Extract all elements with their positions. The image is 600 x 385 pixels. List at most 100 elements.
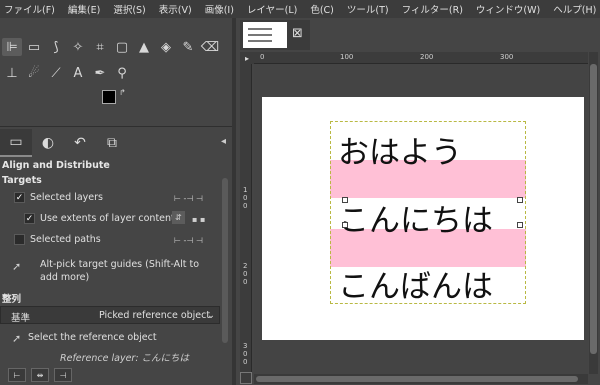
align-left-icon[interactable]: ⊢ -⊣ ⊣ [174, 194, 203, 203]
layer-handle[interactable] [517, 197, 523, 203]
path-align-icon[interactable]: ⊢ -⊣ ⊣ [174, 236, 203, 245]
ruler-top: 0 100 200 300 [254, 52, 588, 64]
quick-mask-icon[interactable]: ▸ [240, 52, 254, 64]
menu-colors[interactable]: 色(C) [310, 2, 334, 16]
images-tab[interactable]: ⧉ [96, 129, 128, 157]
menu-filters[interactable]: フィルター(R) [402, 2, 463, 16]
image-thumbnail[interactable] [243, 22, 287, 48]
dock-separator [0, 126, 232, 127]
unified-transform-icon[interactable]: ▢ [112, 38, 132, 56]
paths-icon[interactable]: ⟋ [46, 64, 66, 82]
crop-icon[interactable]: ⌗ [90, 38, 110, 56]
clone-icon[interactable]: ⊥ [2, 64, 22, 82]
ruler-label: 0 [260, 53, 265, 61]
selected-layers-label: Selected layers [30, 192, 103, 203]
use-extents-label: Use extents of layer contents [40, 213, 180, 224]
reference-dropdown[interactable]: 基準 Picked reference object ⌄ [0, 306, 220, 324]
menu-edit[interactable]: 編集(E) [68, 2, 100, 16]
dock-tabbar: ▭ ◐ ↶ ⧉ ◂ [0, 128, 232, 158]
panel-title: Align and Distribute [2, 160, 110, 171]
menu-tools[interactable]: ツール(T) [347, 2, 389, 16]
ruler-label: 2 [243, 262, 248, 270]
options-scrollbar[interactable] [222, 178, 228, 343]
foreground-color[interactable] [102, 90, 116, 104]
align-buttons-row: ⊢ ⇹ ⊣ [8, 368, 72, 382]
bucket-fill-icon[interactable]: ◈ [156, 38, 176, 56]
smudge-icon[interactable]: ☄ [24, 64, 44, 82]
select-reference-label: Select the reference object [28, 332, 157, 343]
pointer-icon-2: ➚ [12, 332, 22, 345]
ruler-label: 0 [243, 278, 248, 286]
navigate-icon[interactable] [240, 372, 252, 384]
align-heading: 整列 [2, 294, 22, 305]
text-layer-konnichiwa[interactable]: こんにちは [338, 195, 493, 240]
selected-layers-checkbox[interactable]: ✓ [14, 192, 25, 203]
ruler-label: 0 [243, 202, 248, 210]
menu-layer[interactable]: レイヤー(L) [247, 2, 297, 16]
ruler-label: 0 [243, 194, 248, 202]
free-select-icon[interactable]: ⟆ [46, 38, 66, 56]
image-canvas[interactable]: おはよう こんにちは こんばんは [262, 97, 584, 340]
align-left-button[interactable]: ⊢ [8, 368, 26, 382]
ruler-label: 200 [420, 53, 434, 61]
left-dock: ⊫ ▭ ⟆ ✧ ⌗ ▢ ▲ ◈ ✎ ⌫ ⊥ ☄ ⟋ A ✒ ⚲ ↱ ▭ ◐ ↶ … [0, 18, 232, 385]
reference-layer-label: Reference layer: こんにちは [60, 353, 190, 364]
horizontal-scrollbar[interactable] [254, 374, 588, 384]
canvas-area[interactable]: おはよう こんにちは こんばんは [254, 64, 588, 374]
distribute-icon-2[interactable]: ▪ ▪ [192, 215, 205, 224]
ruler-label: 0 [243, 350, 248, 358]
ruler-label: 1 [243, 186, 248, 194]
undo-history-tab[interactable]: ↶ [64, 129, 96, 157]
toolbox-row-2: ⊥ ☄ ⟋ A ✒ ⚲ [2, 64, 132, 82]
align-tool-icon[interactable]: ⊫ [2, 38, 22, 56]
menu-help[interactable]: ヘルプ(H) [553, 2, 596, 16]
zoom-icon[interactable]: ⚲ [112, 64, 132, 82]
text-icon[interactable]: A [68, 64, 88, 82]
menu-windows[interactable]: ウィンドウ(W) [476, 2, 540, 16]
horizontal-scroll-thumb[interactable] [256, 376, 578, 382]
distribute-icon[interactable]: ⇵ [172, 211, 185, 224]
fuzzy-select-icon[interactable]: ✧ [68, 38, 88, 56]
paintbrush-icon[interactable]: ✎ [178, 38, 198, 56]
reference-value: Picked reference object [99, 310, 211, 321]
swap-colors-icon[interactable]: ↱ [119, 88, 126, 97]
color-picker-icon[interactable]: ✒ [90, 64, 110, 82]
device-status-tab[interactable]: ◐ [32, 129, 64, 157]
ruler-left: 1 0 0 2 0 0 3 0 0 [240, 64, 252, 374]
menu-image[interactable]: 画像(I) [205, 2, 234, 16]
ruler-label: 3 [243, 342, 248, 350]
selected-paths-label: Selected paths [30, 234, 101, 245]
tab-menu-icon[interactable]: ◂ [221, 136, 226, 147]
text-layer-konbanwa[interactable]: こんばんは [338, 261, 493, 306]
tool-options-tab[interactable]: ▭ [0, 129, 32, 157]
panel-divider[interactable] [232, 18, 236, 385]
pointer-icon: ➚ [12, 260, 22, 273]
menu-view[interactable]: 表示(V) [159, 2, 192, 16]
chevron-down-icon: ⌄ [207, 310, 215, 321]
toolbox-row-1: ⊫ ▭ ⟆ ✧ ⌗ ▢ ▲ ◈ ✎ ⌫ [2, 38, 220, 56]
reference-label: 基準 [11, 313, 31, 324]
menu-file[interactable]: ファイル(F) [4, 2, 55, 16]
align-right-button[interactable]: ⊣ [54, 368, 72, 382]
text-layer-ohayou[interactable]: おはよう [338, 127, 462, 172]
layer-handle[interactable] [342, 197, 348, 203]
vertical-scrollbar[interactable] [589, 52, 598, 374]
ruler-label: 100 [340, 53, 354, 61]
menubar: ファイル(F) 編集(E) 選択(S) 表示(V) 画像(I) レイヤー(L) … [0, 0, 600, 18]
fg-bg-color-widget[interactable]: ↱ [102, 88, 128, 116]
image-tab[interactable]: ⊠ [240, 20, 310, 50]
close-icon[interactable]: ⊠ [292, 26, 303, 41]
alt-pick-label: Alt-pick target guides (Shift-Alt to add… [40, 259, 200, 283]
layer-handle[interactable] [517, 222, 523, 228]
align-center-button[interactable]: ⇹ [31, 368, 49, 382]
eraser-icon[interactable]: ⌫ [200, 38, 220, 56]
selected-paths-checkbox[interactable] [14, 234, 25, 245]
ruler-label: 300 [500, 53, 514, 61]
layer-handle[interactable] [342, 222, 348, 228]
warp-transform-icon[interactable]: ▲ [134, 38, 154, 56]
menu-select[interactable]: 選択(S) [113, 2, 145, 16]
targets-heading: Targets [2, 175, 42, 186]
use-extents-checkbox[interactable]: ✓ [24, 213, 35, 224]
vertical-scroll-thumb[interactable] [590, 64, 597, 354]
rect-select-icon[interactable]: ▭ [24, 38, 44, 56]
